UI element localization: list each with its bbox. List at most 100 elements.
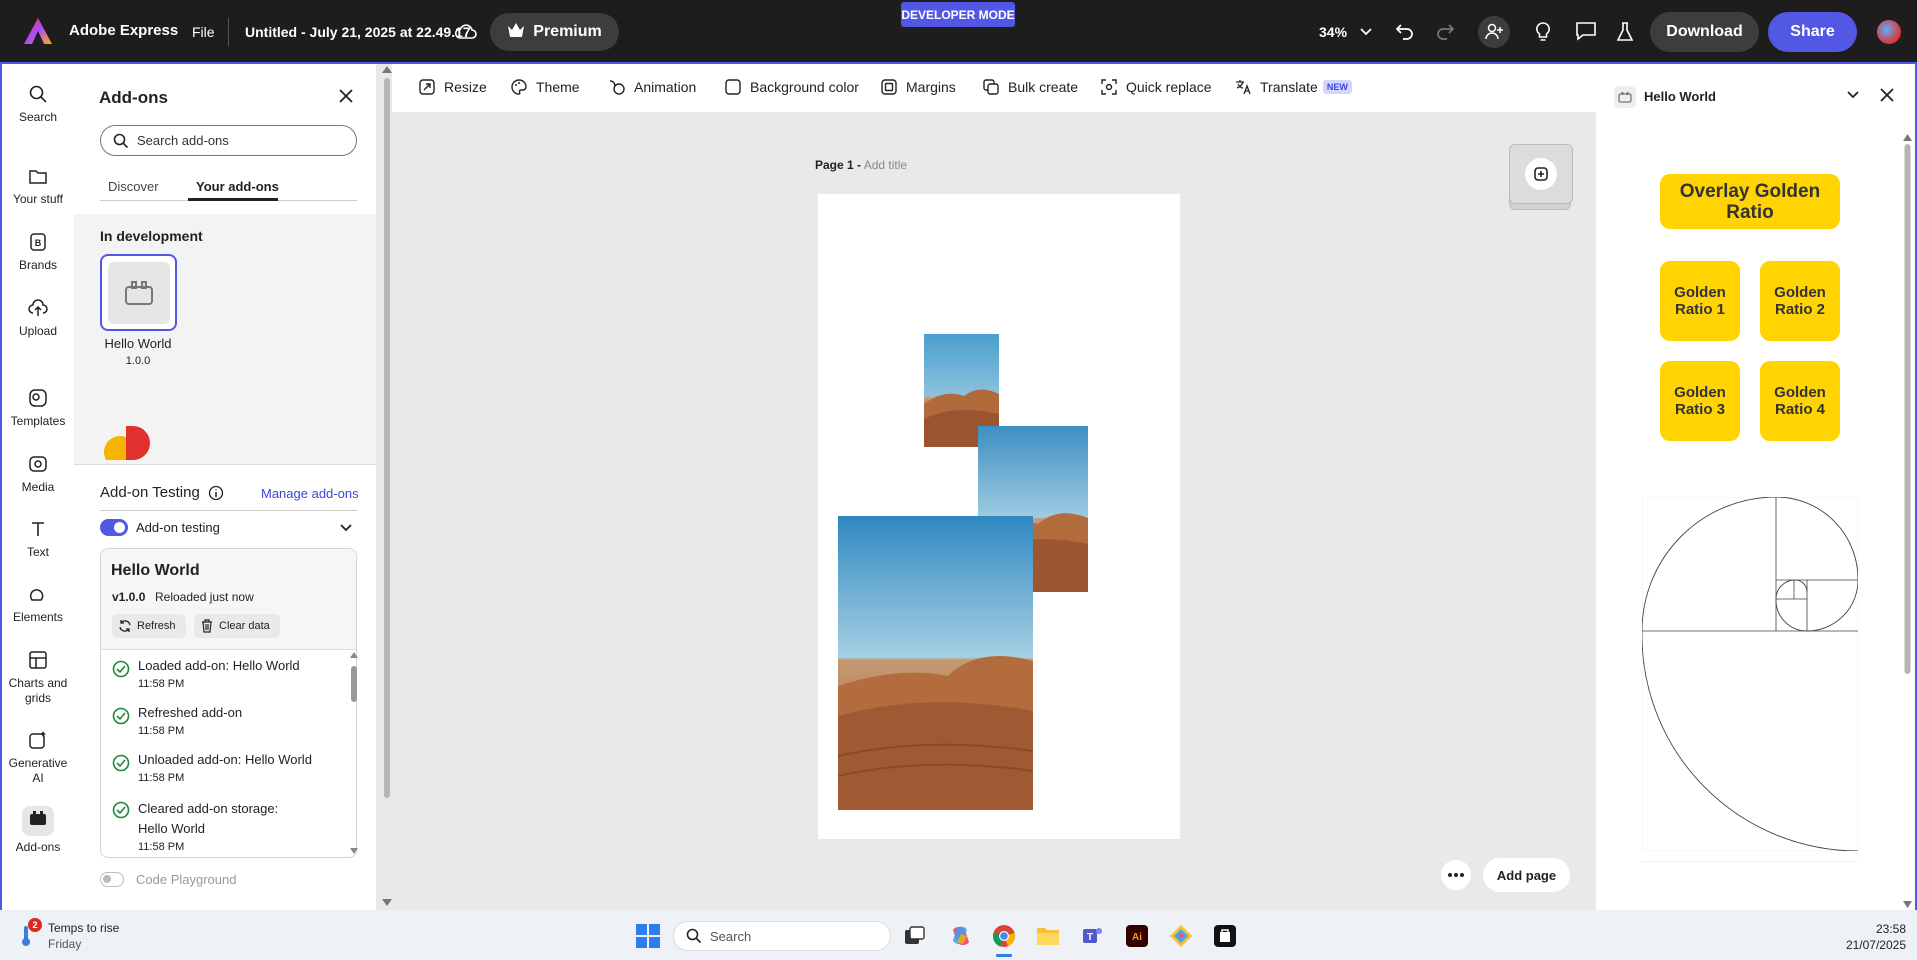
zoom-level[interactable]: 34%: [1319, 24, 1347, 40]
rail-item-media[interactable]: Media: [2, 454, 74, 495]
adobe-logo-icon[interactable]: [24, 18, 52, 49]
right-panel-title: Hello World: [1644, 89, 1716, 104]
rail-item-add-ons[interactable]: Add-ons: [2, 806, 74, 855]
terminal-app-icon[interactable]: [1213, 924, 1237, 953]
refresh-button[interactable]: Refresh: [112, 614, 186, 638]
add-page-button[interactable]: Add page: [1483, 858, 1570, 892]
invite-user-icon[interactable]: [1478, 16, 1510, 48]
search-placeholder: Search add-ons: [137, 133, 229, 148]
add-title-link[interactable]: Add title: [864, 158, 907, 172]
rail-label: Upload: [18, 324, 58, 338]
expand-chevron-icon[interactable]: [339, 521, 353, 540]
task-view-icon[interactable]: [904, 926, 926, 951]
templates-icon: [29, 389, 47, 407]
tool-animation[interactable]: Animation: [608, 78, 696, 96]
tool-translate[interactable]: Translate NEW: [1234, 78, 1352, 96]
right-panel-divider: [1642, 861, 1858, 862]
addon-testing-toggle[interactable]: [100, 519, 128, 536]
upload-icon: [28, 299, 48, 316]
rail-item-upload[interactable]: Upload: [2, 298, 74, 339]
search-addons-input[interactable]: Search add-ons: [100, 125, 357, 156]
golden-ratio-1-button[interactable]: Golden Ratio 1: [1660, 261, 1740, 341]
clear-data-button[interactable]: Clear data: [194, 614, 280, 638]
clock-date[interactable]: 21/07/2025: [1826, 938, 1906, 952]
info-icon[interactable]: [208, 485, 224, 506]
tool-label: Theme: [536, 79, 580, 95]
git-app-icon[interactable]: [1169, 924, 1193, 953]
rail-label: Media: [21, 480, 55, 494]
avatar[interactable]: [1877, 20, 1901, 44]
redo-icon[interactable]: [1434, 20, 1456, 47]
share-button[interactable]: Share: [1768, 12, 1857, 52]
rail-item-generative-ai[interactable]: Generative AI: [2, 730, 74, 786]
animation-icon: [609, 80, 625, 95]
tool-resize[interactable]: Resize: [418, 78, 487, 96]
tool-quick-replace[interactable]: Quick replace: [1100, 78, 1212, 96]
golden-ratio-4-button[interactable]: Golden Ratio 4: [1760, 361, 1840, 441]
premium-button[interactable]: Premium: [490, 13, 619, 51]
desert-image-3[interactable]: [838, 516, 1033, 810]
addons-panel: Add-ons Search add-ons Discover Your add…: [74, 64, 376, 910]
document-title[interactable]: Untitled - July 21, 2025 at 22.49.17: [245, 24, 471, 40]
undo-icon[interactable]: [1394, 20, 1416, 47]
rail-item-charts-and-grids[interactable]: Charts and grids: [2, 650, 74, 706]
log-time: 11:58 PM: [138, 678, 185, 690]
golden-ratio-2-button[interactable]: Golden Ratio 2: [1760, 261, 1840, 341]
log-message: Refreshed add-on: [138, 705, 243, 720]
cloud-icon[interactable]: [454, 21, 478, 46]
panel-scrollbar[interactable]: [382, 66, 392, 906]
addon-testing-label: Add-on testing: [136, 520, 220, 535]
rail-label: Charts and grids: [8, 676, 68, 705]
addon-tile[interactable]: [100, 254, 177, 331]
weather-subtitle: Friday: [48, 937, 82, 951]
log-scrollbar[interactable]: [350, 652, 358, 854]
close-panel-icon[interactable]: [1880, 88, 1894, 107]
clear-data-label: Clear data: [219, 620, 270, 632]
rail-item-brands[interactable]: B Brands: [2, 232, 74, 273]
lightbulb-icon[interactable]: [1534, 21, 1552, 48]
rail-item-your-stuff[interactable]: Your stuff: [2, 166, 74, 207]
code-playground-toggle[interactable]: [100, 872, 124, 887]
tool-margins[interactable]: Margins: [880, 78, 956, 96]
check-circle-icon: [112, 754, 130, 772]
copilot-icon[interactable]: [949, 924, 973, 953]
windows-start-icon[interactable]: [636, 924, 660, 953]
overlay-golden-ratio-button[interactable]: Overlay Golden Ratio: [1660, 174, 1840, 229]
rail-item-text[interactable]: Text: [2, 519, 74, 560]
palette-icon: [511, 79, 527, 95]
collapse-chevron-icon[interactable]: [1846, 88, 1860, 107]
beaker-icon[interactable]: [1616, 21, 1634, 48]
file-explorer-icon[interactable]: [1036, 925, 1060, 952]
premium-label: Premium: [533, 23, 602, 40]
tool-background-color[interactable]: Background color: [724, 78, 859, 96]
check-circle-icon: [112, 707, 130, 725]
more-options-button[interactable]: [1441, 860, 1471, 890]
file-menu[interactable]: File: [192, 24, 215, 40]
download-button[interactable]: Download: [1650, 12, 1759, 52]
chevron-down-icon[interactable]: [1359, 24, 1373, 43]
illustrator-icon[interactable]: Ai: [1125, 924, 1149, 953]
close-icon[interactable]: [338, 88, 354, 109]
manage-addons-link[interactable]: Manage add-ons: [261, 486, 359, 501]
in-development-heading: In development: [100, 228, 203, 244]
clock-time[interactable]: 23:58: [1858, 922, 1906, 936]
page-thumbnail-toggle[interactable]: [1509, 144, 1573, 210]
right-panel-scrollbar[interactable]: [1903, 134, 1912, 908]
new-badge: NEW: [1322, 80, 1352, 94]
tab-your-addons[interactable]: Your add-ons: [196, 179, 279, 194]
weather-title[interactable]: Temps to rise: [48, 921, 119, 935]
tool-bulk-create[interactable]: Bulk create: [982, 78, 1078, 96]
addon-small-icon: [1614, 86, 1636, 108]
rail-item-search[interactable]: Search: [2, 84, 74, 125]
rail-item-elements[interactable]: Elements: [2, 584, 74, 625]
comment-icon[interactable]: [1575, 21, 1597, 46]
tab-discover[interactable]: Discover: [108, 179, 159, 194]
rail-item-templates[interactable]: Templates: [2, 388, 74, 429]
golden-ratio-3-button[interactable]: Golden Ratio 3: [1660, 361, 1740, 441]
design-page[interactable]: [818, 194, 1180, 839]
shapes-icon: [29, 589, 44, 601]
taskbar-search[interactable]: Search: [673, 921, 891, 951]
tool-theme[interactable]: Theme: [510, 78, 580, 96]
chrome-icon[interactable]: [992, 924, 1016, 953]
teams-icon[interactable]: T: [1080, 924, 1104, 953]
